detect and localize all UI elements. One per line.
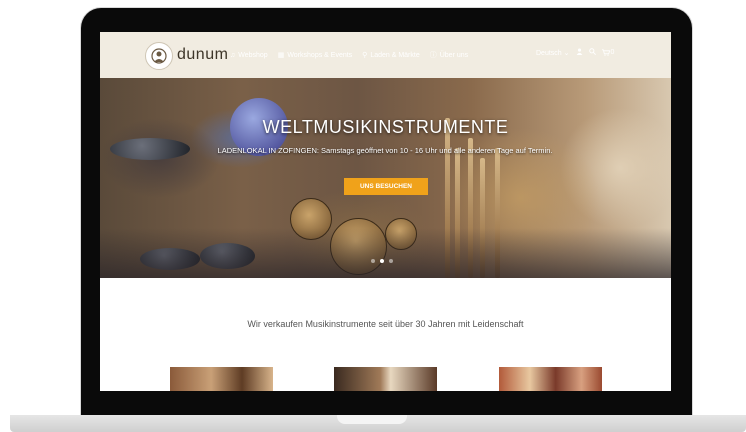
laptop-notch — [337, 415, 407, 424]
category-thumbnail[interactable] — [499, 367, 602, 391]
browser-screen: WELTMUSIKINSTRUMENTE LADENLOKAL IN ZOFIN… — [100, 32, 671, 391]
nav-item-label: Webshop — [238, 51, 268, 59]
info-icon: ⓘ — [429, 52, 437, 59]
location-pin-icon: ⚲ — [362, 52, 368, 59]
logo-text[interactable]: dunum — [177, 46, 228, 64]
category-thumbnail[interactable] — [170, 367, 273, 391]
site-header: dunum ♫ Webshop ▦ Workshops & Events ⚲ L… — [100, 32, 671, 78]
cart-icon — [601, 49, 610, 56]
hero-slider[interactable]: WELTMUSIKINSTRUMENTE LADENLOKAL IN ZOFIN… — [100, 78, 671, 278]
language-label: Deutsch — [536, 49, 562, 57]
calendar-icon: ▦ — [277, 52, 285, 59]
chevron-down-icon: ⌄ — [563, 49, 570, 57]
language-select[interactable]: Deutsch ⌄ — [536, 49, 570, 57]
nav-item-workshops-events[interactable]: ▦ Workshops & Events — [278, 50, 352, 60]
tagline-text: Wir verkaufen Musikinstrumente seit über… — [247, 319, 524, 329]
header-tools: Deutsch ⌄ 0 — [536, 48, 614, 57]
slider-dot-2[interactable] — [380, 259, 384, 263]
slider-dot-3[interactable] — [389, 259, 393, 263]
category-thumbnail[interactable] — [334, 367, 437, 391]
visit-us-button[interactable]: UNS BESUCHEN — [344, 178, 428, 195]
music-note-icon: ♫ — [230, 51, 236, 59]
hero-title: WELTMUSIKINSTRUMENTE — [262, 117, 509, 137]
nav-item-label: Workshops & Events — [287, 51, 353, 59]
slider-dots — [371, 259, 393, 263]
slider-dot-1[interactable] — [371, 259, 375, 263]
search-icon[interactable] — [588, 48, 596, 57]
nav-item-webshop[interactable]: ♫ Webshop — [230, 50, 268, 60]
hero-floor-shade — [100, 228, 671, 278]
hero-subtitle: LADENLOKAL IN ZOFINGEN: Samstags geöffne… — [217, 146, 553, 155]
cart-button[interactable]: 0 — [601, 49, 615, 56]
nav-item-laden-maerkte[interactable]: ⚲ Laden & Märkte — [362, 50, 420, 60]
nav-item-ueber-uns[interactable]: ⓘ Über uns — [430, 50, 468, 60]
logo-icon[interactable] — [145, 42, 173, 70]
handpan-image — [110, 138, 190, 160]
cart-count: 0 — [610, 49, 615, 56]
user-icon[interactable] — [576, 48, 583, 57]
nav-item-label: Über uns — [439, 51, 469, 59]
nav-item-label: Laden & Märkte — [370, 51, 420, 59]
main-nav: ♫ Webshop ▦ Workshops & Events ⚲ Laden &… — [230, 50, 468, 60]
logo-emblem-icon — [151, 48, 167, 64]
